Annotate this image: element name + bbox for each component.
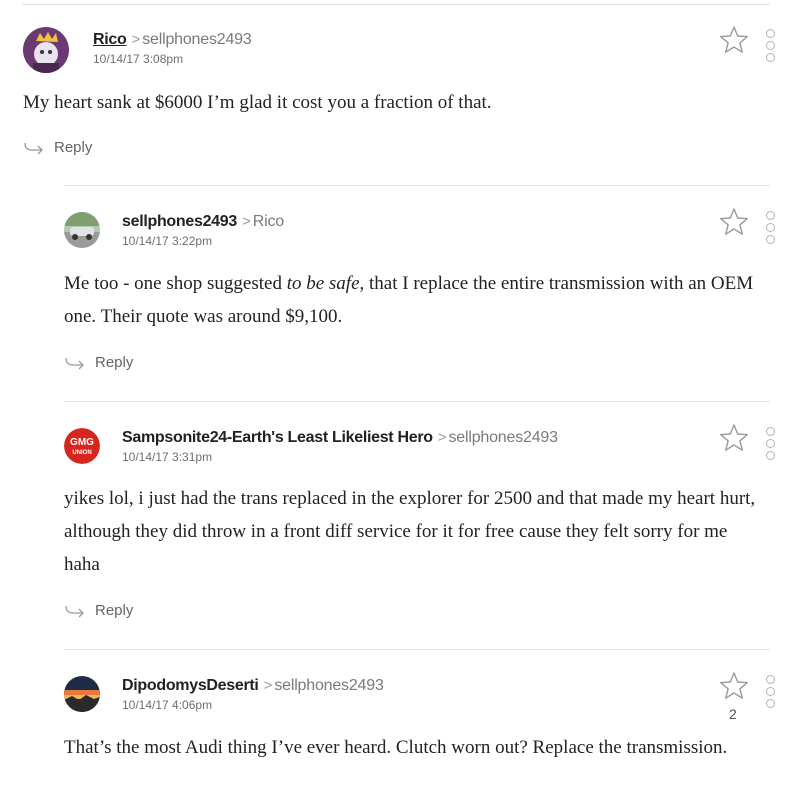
reply-to-user[interactable]: sellphones2493	[142, 31, 251, 48]
chevron-right-icon: >	[437, 429, 447, 446]
more-options-icon[interactable]	[766, 675, 778, 708]
more-options-icon[interactable]	[766, 211, 778, 244]
comment-body: That’s the most Audi thing I’ve ever hea…	[64, 737, 728, 758]
comment-body: yikes lol, i just had the trans replaced…	[64, 488, 756, 575]
reply-label: Reply	[95, 602, 134, 619]
divider	[64, 649, 770, 650]
reply-to-user[interactable]: sellphones2493	[274, 677, 383, 694]
avatar[interactable]	[23, 27, 69, 73]
reply-button[interactable]: Reply	[64, 602, 133, 619]
svg-text:UNION: UNION	[72, 450, 91, 456]
reply-button[interactable]: Reply	[23, 139, 92, 156]
author-name[interactable]: DipodomysDeserti	[122, 677, 259, 694]
author-name[interactable]: sellphones2493	[122, 213, 237, 230]
star-count: 2	[729, 706, 737, 722]
reply-label: Reply	[54, 139, 93, 156]
comment-body: Me too - one shop suggested to be safe, …	[64, 273, 754, 327]
reply-button[interactable]: Reply	[64, 354, 133, 371]
star-icon[interactable]	[719, 423, 749, 453]
divider	[64, 185, 770, 186]
avatar[interactable]	[64, 676, 100, 712]
reply-arrow-icon	[65, 605, 84, 617]
comment-body: My heart sank at $6000 I’m glad it cost …	[23, 92, 492, 113]
timestamp[interactable]: 10/14/17 3:08pm	[93, 52, 252, 66]
avatar[interactable]	[64, 212, 100, 248]
star-icon[interactable]	[719, 207, 749, 237]
chevron-right-icon: >	[241, 213, 251, 230]
chevron-right-icon: >	[131, 31, 141, 48]
author-name[interactable]: Sampsonite24-Earth's Least Likeliest Her…	[122, 429, 433, 446]
avatar[interactable]: GMG UNION	[64, 428, 100, 464]
reply-to-user[interactable]: Rico	[253, 213, 284, 230]
reply-arrow-icon	[65, 357, 84, 369]
star-icon[interactable]	[719, 25, 749, 55]
more-options-icon[interactable]	[766, 427, 778, 460]
author-name[interactable]: Rico	[93, 31, 127, 48]
star-icon[interactable]	[719, 671, 749, 701]
chevron-right-icon: >	[263, 677, 273, 694]
more-options-icon[interactable]	[766, 29, 778, 62]
timestamp[interactable]: 10/14/17 4:06pm	[122, 698, 384, 712]
reply-arrow-icon	[24, 142, 43, 154]
divider	[64, 401, 770, 402]
divider	[22, 4, 770, 5]
emphasis-text: to be safe	[286, 273, 360, 294]
svg-text:GMG: GMG	[70, 437, 94, 448]
timestamp[interactable]: 10/14/17 3:22pm	[122, 234, 284, 248]
reply-to-user[interactable]: sellphones2493	[449, 429, 558, 446]
reply-label: Reply	[95, 354, 134, 371]
timestamp[interactable]: 10/14/17 3:31pm	[122, 450, 558, 464]
